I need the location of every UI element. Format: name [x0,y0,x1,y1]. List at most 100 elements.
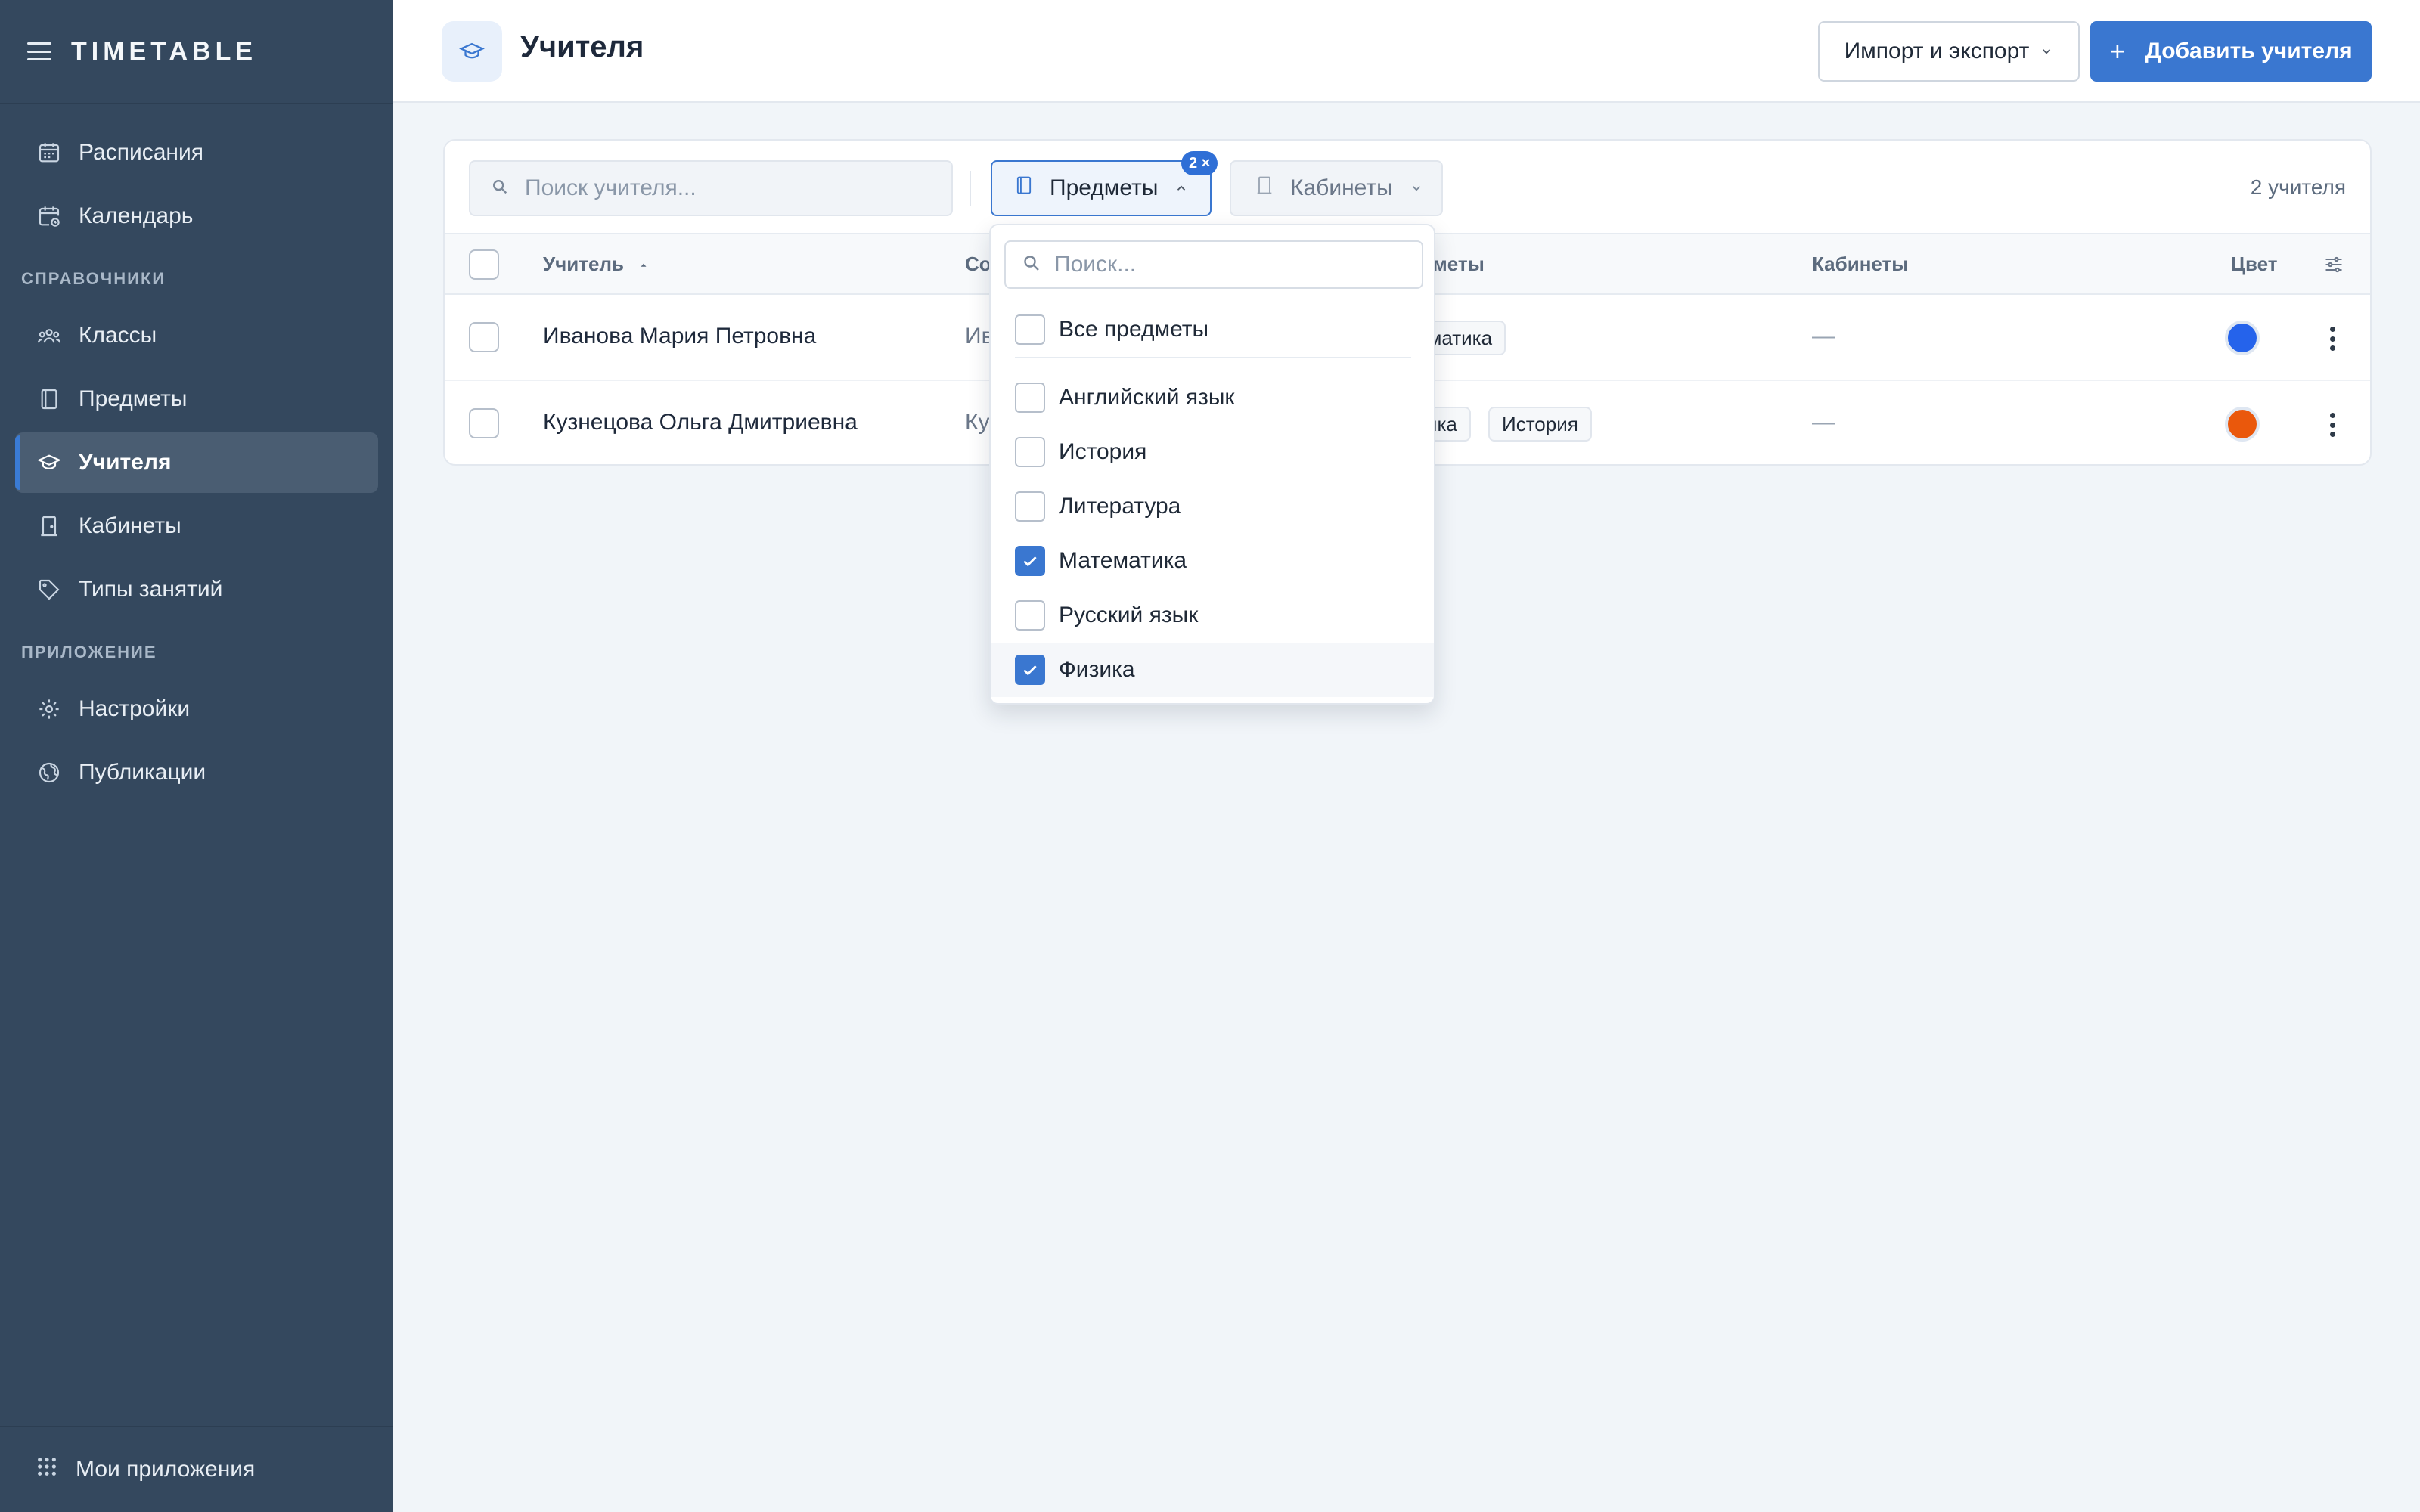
add-teacher-label: Добавить учителя [2145,39,2353,64]
divider [1015,357,1411,358]
dropdown-search-input[interactable] [1054,252,1417,277]
subject-tag: История [1488,407,1592,442]
column-header-rooms[interactable]: Кабинеты [1812,253,1908,276]
subjects-filter-label: Предметы [1050,175,1159,200]
sidebar-item-label: Публикации [79,760,206,785]
option-label: Все предметы [1059,317,1209,342]
door-icon [36,513,62,539]
row-menu-icon[interactable] [2329,413,2335,437]
plus-icon: + [2109,36,2126,67]
subjects-dropdown: Все предметы Английский язык История Лит… [989,224,1435,705]
row-checkbox[interactable] [469,322,499,352]
my-apps-label: Мои приложения [76,1457,256,1482]
sidebar: TIMETABLE Расписания Календарь СПРАВОЧНИ… [0,0,393,1512]
sidebar-item-label: Расписания [79,140,203,165]
search-input[interactable] [525,175,948,201]
menu-icon[interactable] [27,42,51,60]
teacher-short: Ку [965,410,990,435]
graduation-cap-icon [36,450,62,476]
column-label: Учитель [543,253,624,275]
book-icon [1013,175,1035,202]
rooms-value: — [1812,410,1835,435]
dropdown-option[interactable]: История [991,425,1434,479]
sidebar-item-lesson-types[interactable]: Типы занятий [15,559,378,620]
teacher-search[interactable] [469,160,953,216]
column-header-color[interactable]: Цвет [2231,253,2277,276]
color-swatch[interactable] [2225,321,2260,355]
sidebar-item-label: Кабинеты [79,513,182,538]
column-header-short[interactable]: Со [965,253,991,276]
subjects-filter-clear-badge[interactable]: 2 × [1181,151,1218,175]
chevron-down-icon [2040,39,2053,64]
sidebar-item-schedules[interactable]: Расписания [15,122,378,183]
import-export-button[interactable]: Импорт и экспорт [1818,21,2080,82]
row-checkbox[interactable] [469,408,499,438]
sidebar-item-calendar[interactable]: Календарь [15,186,378,246]
column-settings-icon[interactable] [2323,254,2344,279]
add-teacher-button[interactable]: + Добавить учителя [2090,21,2372,82]
subjects-filter-button[interactable]: Предметы [991,160,1212,216]
dropdown-option-all[interactable]: Все предметы [991,302,1434,357]
sidebar-item-subjects[interactable]: Предметы [15,369,378,429]
rooms-filter-button[interactable]: Кабинеты [1230,160,1443,216]
option-label: Русский язык [1059,603,1199,627]
group-icon [36,323,62,349]
rooms-filter-label: Кабинеты [1290,175,1393,200]
sidebar-item-settings[interactable]: Настройки [15,679,378,739]
brand-logo: TIMETABLE [71,36,258,66]
check-icon [1023,556,1037,567]
book-icon [36,386,62,412]
dropdown-option[interactable]: Литература [991,479,1434,534]
check-icon [1023,665,1037,676]
dropdown-option[interactable]: Физика [991,643,1434,697]
section-label-references: СПРАВОЧНИКИ [21,269,166,288]
sidebar-item-classes[interactable]: Классы [15,305,378,366]
teacher-name: Кузнецова Ольга Дмитриевна [543,410,858,435]
calendar-grid-icon [36,140,62,166]
dropdown-option[interactable]: Английский язык [991,370,1434,425]
option-label: Литература [1059,494,1181,519]
teacher-name: Иванова Мария Петровна [543,324,817,349]
checkbox-checked[interactable] [1015,546,1045,576]
sidebar-item-label: Календарь [79,203,194,228]
search-icon [1022,254,1041,276]
dropdown-search[interactable] [1004,240,1423,289]
dropdown-option[interactable]: Русский язык [991,588,1434,643]
chevron-down-icon [1410,175,1423,201]
checkbox-checked[interactable] [1015,655,1045,685]
checkbox[interactable] [1015,600,1045,631]
graduation-cap-icon [442,21,502,82]
door-icon [1254,175,1275,202]
option-label: Математика [1059,548,1187,573]
divider [970,171,971,206]
row-menu-icon[interactable] [2329,327,2335,351]
sidebar-item-teachers[interactable]: Учителя [15,432,378,493]
section-label-app: ПРИЛОЖЕНИЕ [21,643,157,662]
sidebar-item-rooms[interactable]: Кабинеты [15,496,378,556]
checkbox[interactable] [1015,383,1045,413]
column-header-teacher[interactable]: Учитель [543,253,649,276]
my-apps-button[interactable]: Мои приложения [0,1426,393,1512]
checkbox[interactable] [1015,314,1045,345]
sidebar-item-label: Типы занятий [79,577,223,602]
teacher-count: 2 учителя [2250,175,2346,199]
apps-grid-icon [36,1456,57,1483]
import-export-label: Импорт и экспорт [1844,39,2030,64]
checkbox[interactable] [1015,491,1045,522]
sidebar-item-label: Предметы [79,386,188,411]
sidebar-nav: Расписания Календарь СПРАВОЧНИКИ Классы … [0,104,393,803]
sidebar-item-publications[interactable]: Публикации [15,742,378,803]
calendar-clock-icon [36,203,62,229]
checkbox[interactable] [1015,437,1045,467]
select-all-checkbox[interactable] [469,249,499,280]
tag-icon [36,577,62,603]
rooms-value: — [1812,324,1835,349]
color-swatch[interactable] [2225,407,2260,442]
sidebar-header: TIMETABLE [0,0,393,104]
page-title: Учителя [520,30,644,64]
sort-asc-icon [638,253,649,275]
dropdown-option[interactable]: Математика [991,534,1434,588]
chevron-up-icon [1174,175,1188,201]
option-label: История [1059,439,1147,464]
gear-icon [36,696,62,722]
